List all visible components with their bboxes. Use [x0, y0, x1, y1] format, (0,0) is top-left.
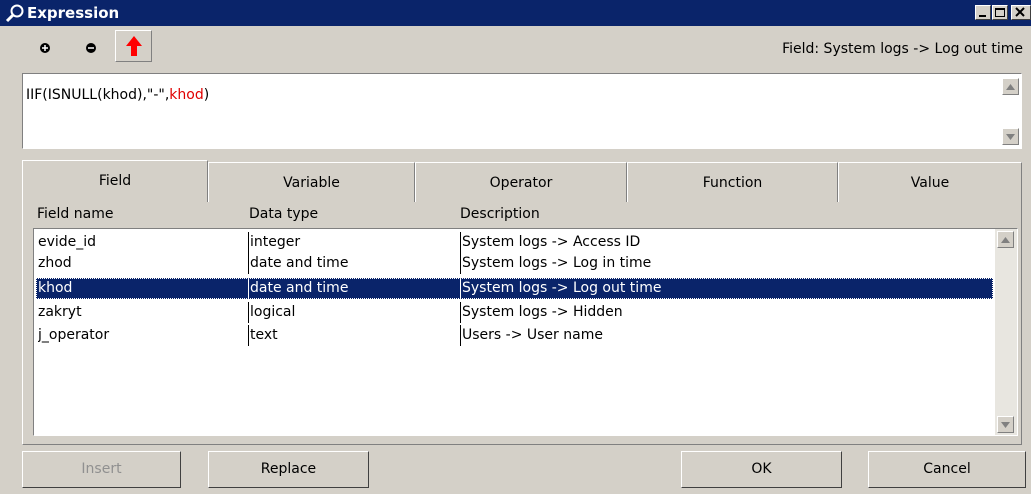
close-button[interactable]: [1011, 5, 1031, 20]
tab-field[interactable]: Field: [22, 160, 208, 202]
ok-button[interactable]: OK: [681, 451, 842, 488]
current-field-info: Field: System logs -> Log out time: [782, 41, 1023, 57]
list-item[interactable]: j_operator text Users -> User name: [36, 325, 993, 346]
triangle-up-icon: [1001, 236, 1010, 243]
title-bar: Expression: [0, 0, 1031, 26]
column-header-data-type[interactable]: Data type: [249, 206, 318, 222]
list-scroll-up[interactable]: [997, 231, 1014, 248]
triangle-down-icon: [1006, 133, 1015, 140]
move-up-button[interactable]: [115, 30, 152, 62]
list-scrollbar[interactable]: [995, 229, 1017, 435]
minimize-button[interactable]: [975, 5, 991, 20]
list-item[interactable]: zhod date and time System logs -> Log in…: [36, 253, 993, 274]
insert-button[interactable]: Insert: [22, 451, 181, 488]
tab-strip: Field Variable Operator Function Value: [22, 160, 1022, 202]
expression-scroll-down[interactable]: [1002, 128, 1019, 145]
collapse-button[interactable]: [76, 34, 106, 62]
column-header-field-name[interactable]: Field name: [37, 206, 113, 222]
expression-text: IIF(ISNULL(khod),"-",khod): [26, 87, 210, 103]
maximize-button[interactable]: [992, 5, 1008, 20]
magnifier-icon: [5, 4, 24, 23]
replace-button[interactable]: Replace: [208, 451, 369, 488]
expression-editor[interactable]: IIF(ISNULL(khod),"-",khod): [22, 73, 1022, 149]
tab-function[interactable]: Function: [627, 162, 838, 202]
triangle-down-icon: [1001, 421, 1010, 428]
expression-scroll-up[interactable]: [1002, 78, 1019, 95]
maximize-icon: [995, 8, 1005, 17]
triangle-up-icon: [1006, 83, 1015, 90]
close-icon: [1015, 7, 1025, 17]
tab-operator[interactable]: Operator: [415, 162, 627, 202]
list-scroll-down[interactable]: [997, 416, 1014, 433]
list-item-selected[interactable]: khod date and time System logs -> Log ou…: [36, 278, 993, 299]
minimize-icon: [979, 15, 986, 17]
field-list[interactable]: evide_id integer System logs -> Access I…: [33, 228, 1018, 436]
expand-button[interactable]: [30, 34, 60, 62]
red-up-arrow-icon: [125, 36, 142, 56]
window-title: Expression: [27, 4, 120, 22]
tab-variable[interactable]: Variable: [208, 162, 415, 202]
tab-value[interactable]: Value: [838, 162, 1022, 202]
collapse-icon: [86, 43, 96, 53]
list-item[interactable]: evide_id integer System logs -> Access I…: [36, 232, 993, 253]
expand-icon: [40, 43, 50, 53]
list-item[interactable]: zakryt logical System logs -> Hidden: [36, 302, 993, 323]
cancel-button[interactable]: Cancel: [868, 451, 1026, 488]
column-header-description[interactable]: Description: [460, 206, 540, 222]
